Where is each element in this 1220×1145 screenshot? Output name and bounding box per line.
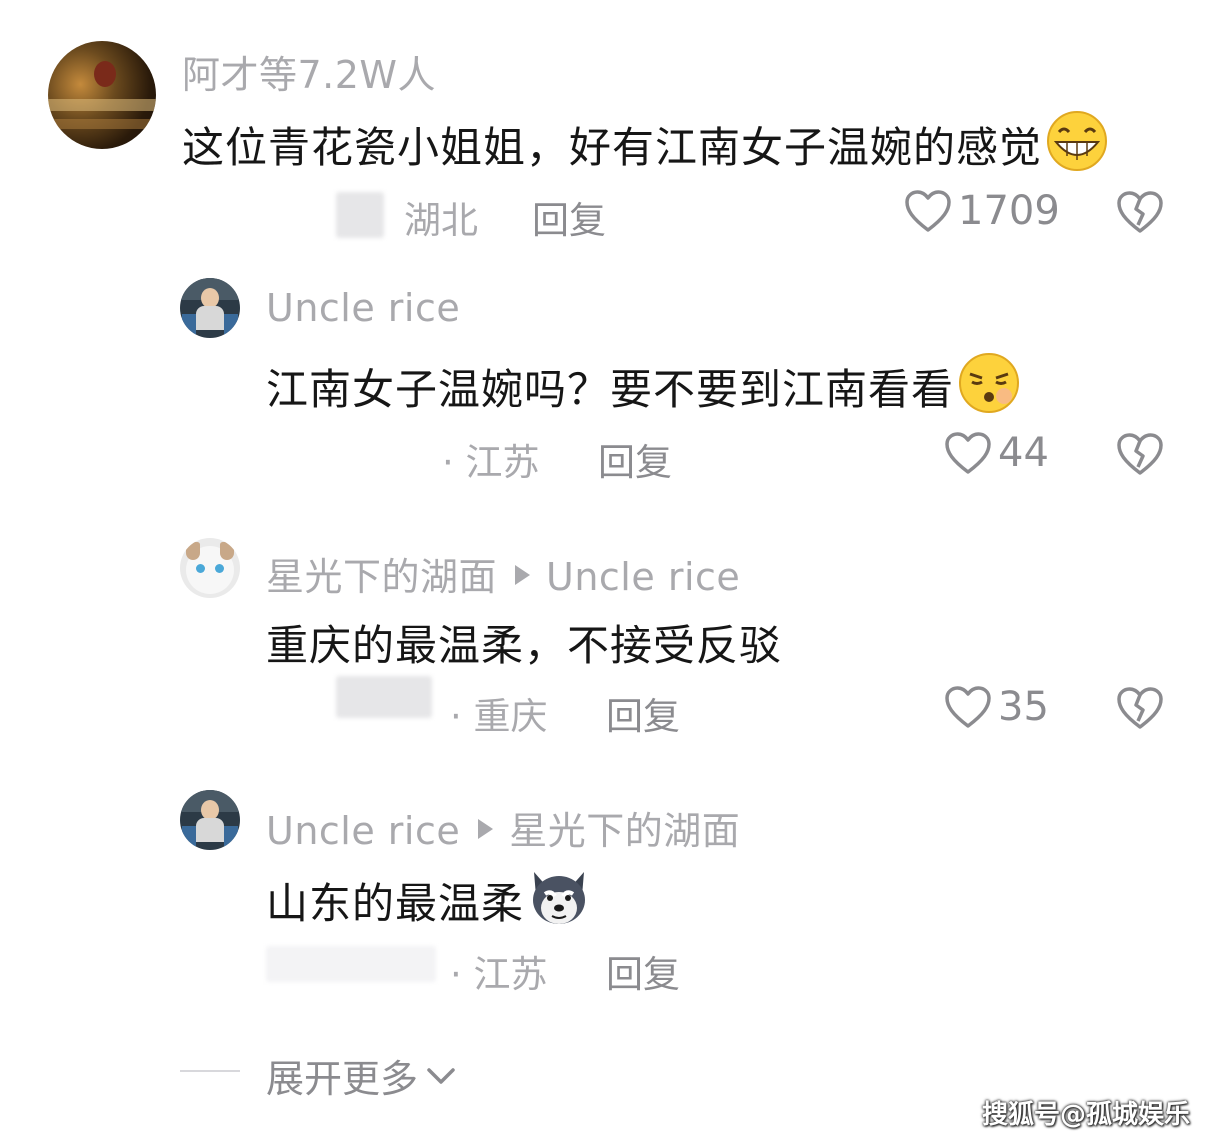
comment-author[interactable]: 阿才等7.2W人: [182, 44, 436, 99]
comment-location: · 江苏: [442, 441, 540, 484]
reply-button[interactable]: 回复: [606, 944, 680, 998]
reply-button[interactable]: 回复: [606, 686, 680, 740]
reply-button[interactable]: 回复: [532, 190, 606, 244]
reply-to-name[interactable]: Uncle rice: [546, 555, 740, 599]
comment-text-content: 重庆的最温柔，不接受反驳: [266, 621, 783, 670]
author-name[interactable]: 阿才等7.2W人: [182, 53, 436, 97]
author-name[interactable]: Uncle rice: [266, 809, 460, 853]
like-count: 44: [998, 430, 1049, 476]
comment-author[interactable]: 星光下的湖面 Uncle rice: [266, 546, 740, 601]
comment-author[interactable]: Uncle rice: [266, 286, 460, 330]
comment-text-content: 山东的最温柔: [266, 879, 525, 928]
heart-outline-icon: [905, 190, 951, 232]
comment-text: 这位青花瓷小姐姐，好有江南女子温婉的感觉: [182, 110, 1108, 182]
comment-text-content: 江南女子温婉吗？要不要到江南看看: [266, 365, 955, 414]
comment-text-content: 这位青花瓷小姐姐，好有江南女子温婉的感觉: [182, 123, 1043, 172]
smirking-face-emoji: [958, 352, 1020, 424]
like-button[interactable]: 44: [944, 430, 1049, 476]
comment-text: 江南女子温婉吗？要不要到江南看看: [266, 352, 1020, 424]
comment-text: 山东的最温柔: [266, 866, 590, 938]
husky-dog-emoji: [528, 866, 590, 938]
reply-arrow-icon: [515, 565, 531, 585]
dislike-button[interactable]: [1116, 432, 1164, 480]
watermark: 搜狐号@孤城娱乐: [981, 1100, 1190, 1130]
comment-text: 重庆的最温柔，不接受反驳: [266, 612, 782, 673]
avatar[interactable]: [180, 790, 240, 850]
like-button[interactable]: 35: [944, 684, 1049, 730]
avatar[interactable]: [180, 278, 240, 338]
reply-to-name[interactable]: 星光下的湖面: [509, 809, 740, 853]
grinning-face-emoji: [1046, 110, 1108, 182]
reply-arrow-icon: [478, 819, 494, 839]
like-count: 35: [998, 684, 1049, 730]
like-button[interactable]: 1709: [904, 188, 1060, 234]
avatar[interactable]: [48, 41, 156, 149]
author-name[interactable]: 星光下的湖面: [266, 555, 497, 599]
expand-more-label: 展开更多: [266, 1057, 419, 1101]
dislike-button[interactable]: [1116, 686, 1164, 734]
comment-location: 湖北: [404, 199, 478, 242]
comment-author[interactable]: Uncle rice 星光下的湖面: [266, 800, 740, 855]
dislike-button[interactable]: [1116, 190, 1164, 238]
expand-more-button[interactable]: 展开更多: [266, 1048, 458, 1103]
like-count: 1709: [958, 188, 1060, 234]
broken-heart-icon: [1117, 191, 1163, 233]
author-name[interactable]: Uncle rice: [266, 286, 460, 330]
avatar[interactable]: [180, 538, 240, 598]
broken-heart-icon: [1117, 687, 1163, 729]
comment-location: · 江苏: [450, 953, 548, 996]
redacted-time: [336, 192, 384, 238]
reply-button[interactable]: 回复: [598, 432, 672, 486]
broken-heart-icon: [1117, 433, 1163, 475]
heart-outline-icon: [945, 432, 991, 474]
chevron-down-icon: [427, 1067, 455, 1084]
expand-divider: [180, 1070, 240, 1072]
redacted-time: [266, 946, 436, 982]
comment-location: · 重庆: [450, 695, 548, 738]
redacted-time: [336, 676, 432, 718]
heart-outline-icon: [945, 686, 991, 728]
